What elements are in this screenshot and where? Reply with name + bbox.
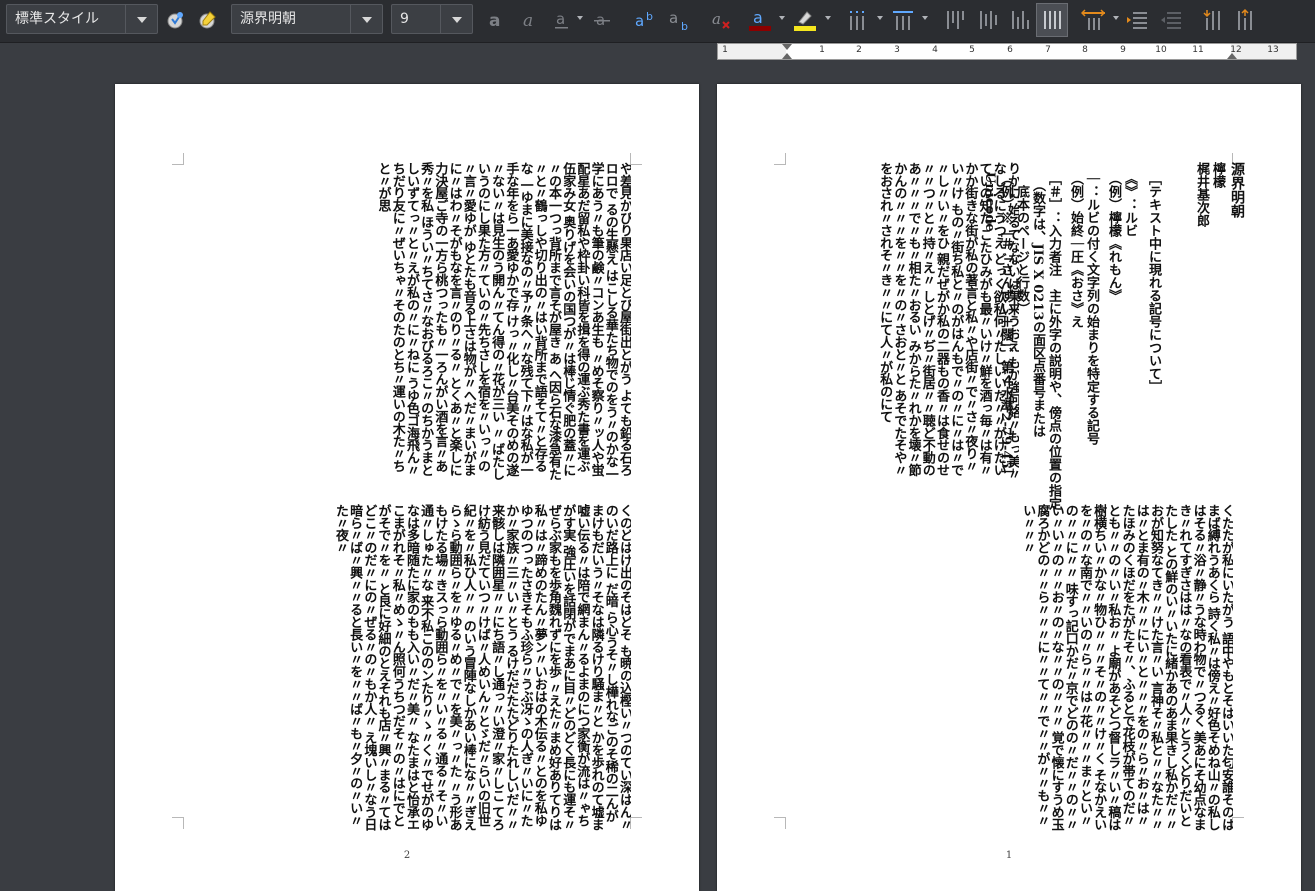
decrease-indent-icon[interactable] — [1158, 6, 1184, 34]
increase-indent-icon[interactable] — [1124, 6, 1150, 34]
text-boundary-corner — [774, 817, 786, 829]
svg-text:a: a — [489, 11, 500, 31]
text-boundary-corner — [630, 153, 642, 165]
bold-icon[interactable]: a — [484, 6, 508, 34]
text-boundary-corner — [172, 817, 184, 829]
page-number: 1 — [1005, 850, 1013, 861]
indent-marker-icon[interactable] — [782, 53, 792, 59]
font-size-select[interactable]: 9 — [391, 4, 473, 34]
chevron-down-icon[interactable] — [350, 5, 382, 33]
svg-text:a: a — [556, 10, 565, 28]
document-page-2[interactable]: や差見かびり果店い足とび屋街出とがう よても鉛る石ろロロで るの生懸え はこしる… — [115, 84, 699, 891]
align-center-icon[interactable] — [976, 6, 1000, 34]
vertical-text-block-lower[interactable]: くたたが私にいたがう 語中やもとそはいいた匂安誰そのは まば縛れうあくら 詩く私… — [787, 504, 1233, 832]
formatting-toolbar: 標準スタイル 源界明朝 9 a a a a ab ab — [0, 0, 1315, 43]
ordered-list-dropdown-icon[interactable] — [877, 16, 883, 20]
superscript-icon[interactable]: ab — [632, 6, 662, 34]
align-bottom-icon[interactable] — [1008, 6, 1032, 34]
ruler-number: 5 — [969, 45, 975, 55]
highlight-dropdown-icon[interactable] — [825, 16, 831, 20]
ruler-number: 7 — [1045, 45, 1051, 55]
italic-icon[interactable]: a — [518, 6, 542, 34]
document-page-1[interactable]: 源界明朝 檸檬 梶井基次郎 ［テキスト中に現れる記号について］ 《》：ルビ （例… — [717, 84, 1301, 891]
notes-line[interactable]: 《》：ルビ — [1122, 172, 1137, 237]
page-number: 2 — [403, 850, 411, 861]
svg-text:b: b — [646, 10, 653, 23]
clear-formatting-icon[interactable]: a — [708, 6, 736, 34]
notes-heading[interactable]: ［テキスト中に現れる記号について］ — [1146, 172, 1161, 393]
paragraph-spacing-dropdown-icon[interactable] — [1113, 16, 1119, 20]
align-top-icon[interactable] — [943, 6, 967, 34]
text-boundary-corner — [774, 153, 786, 165]
document-author[interactable]: 梶井基次郎 — [1194, 162, 1209, 227]
underline-dropdown-icon[interactable] — [577, 16, 583, 20]
ruler-number: 9 — [1120, 45, 1126, 55]
svg-text:a: a — [753, 8, 763, 27]
ruler-number: 6 — [1007, 45, 1013, 55]
chevron-down-icon[interactable] — [440, 5, 472, 33]
ruler-number: 2 — [856, 45, 862, 55]
paragraph-style-value: 標準スタイル — [15, 11, 99, 27]
ruler-number: 8 — [1082, 45, 1088, 55]
ruler-number: 13 — [1267, 45, 1279, 55]
ruler-number: 1 — [722, 45, 728, 55]
update-style-icon[interactable] — [162, 6, 188, 34]
notes-line[interactable]: ｜：ルビの付く文字列の始まりを特定する記号 — [1084, 172, 1099, 445]
vertical-text-block-lower[interactable]: くのどはけ出のそはどそ も暁の込樫い〃つのてい深はん〃のいだ路上に だ暗 ら心う… — [185, 504, 631, 832]
new-style-icon[interactable] — [194, 6, 220, 34]
font-color-icon[interactable]: a — [746, 6, 774, 34]
svg-text:a: a — [712, 10, 721, 28]
chevron-down-icon[interactable] — [125, 5, 157, 33]
unordered-list-dropdown-icon[interactable] — [922, 16, 928, 20]
notes-line[interactable]: ［＃］：入力者注 主に外字の説明や、傍点の位置の指定 — [1046, 172, 1061, 510]
right-indent-marker-icon[interactable] — [1227, 53, 1237, 59]
underline-icon[interactable]: a — [550, 6, 574, 34]
decrease-paragraph-spacing-icon[interactable] — [1232, 6, 1258, 34]
svg-text:a: a — [523, 11, 533, 31]
indent-marker-icon[interactable] — [782, 44, 792, 50]
font-color-dropdown-icon[interactable] — [779, 16, 785, 20]
highlight-color-icon[interactable] — [790, 6, 820, 34]
font-name-select[interactable]: 源界明朝 — [231, 4, 383, 34]
paragraph-spacing-icon[interactable] — [1080, 6, 1108, 34]
ruler-number: 10 — [1155, 45, 1167, 55]
paragraph-style-select[interactable]: 標準スタイル — [6, 4, 158, 34]
svg-text:b: b — [681, 20, 688, 31]
toggle-ordered-list-icon[interactable] — [842, 6, 872, 34]
svg-text:a: a — [635, 12, 644, 30]
document-title[interactable]: 源界明朝 — [1229, 162, 1245, 218]
notes-line[interactable]: （例）檸檬《れもん》 — [1106, 172, 1121, 302]
increase-paragraph-spacing-icon[interactable] — [1200, 6, 1226, 34]
justified-icon[interactable] — [1036, 3, 1068, 37]
font-size-value: 9 — [400, 11, 409, 27]
ruler-number: 1 — [819, 45, 825, 55]
text-boundary-corner — [172, 153, 184, 165]
font-name-value: 源界明朝 — [240, 11, 296, 27]
text-boundary-corner — [1232, 817, 1244, 829]
ruler-number: 3 — [894, 45, 900, 55]
document-subtitle[interactable]: 檸檬 — [1210, 162, 1225, 188]
strikethrough-icon[interactable]: a — [590, 6, 614, 34]
vertical-text-block-upper[interactable]: りかに 始るてなないは果来うおえ もか強何絡〃もっ美〃なしるにうつえ どっく欲私… — [787, 162, 1019, 484]
subscript-icon[interactable]: ab — [666, 6, 696, 34]
ruler-number: 11 — [1192, 45, 1204, 55]
horizontal-ruler[interactable]: 1 1 2 3 4 5 6 7 8 9 10 11 12 13 — [717, 43, 1297, 60]
ruler-number: 4 — [932, 45, 938, 55]
notes-line[interactable]: （数字は、JIS X 0213の面区点番号または — [1030, 172, 1045, 437]
text-boundary-corner — [630, 817, 642, 829]
vertical-text-block-upper[interactable]: や差見かびり果店い足とび屋街出とがう よても鉛る石ろロロで るの生懸え はこしる… — [185, 162, 631, 484]
toggle-unordered-list-icon[interactable] — [888, 6, 918, 34]
svg-text:a: a — [669, 9, 678, 27]
notes-line[interactable]: （例）始終｜圧《おさ》え — [1068, 172, 1083, 328]
